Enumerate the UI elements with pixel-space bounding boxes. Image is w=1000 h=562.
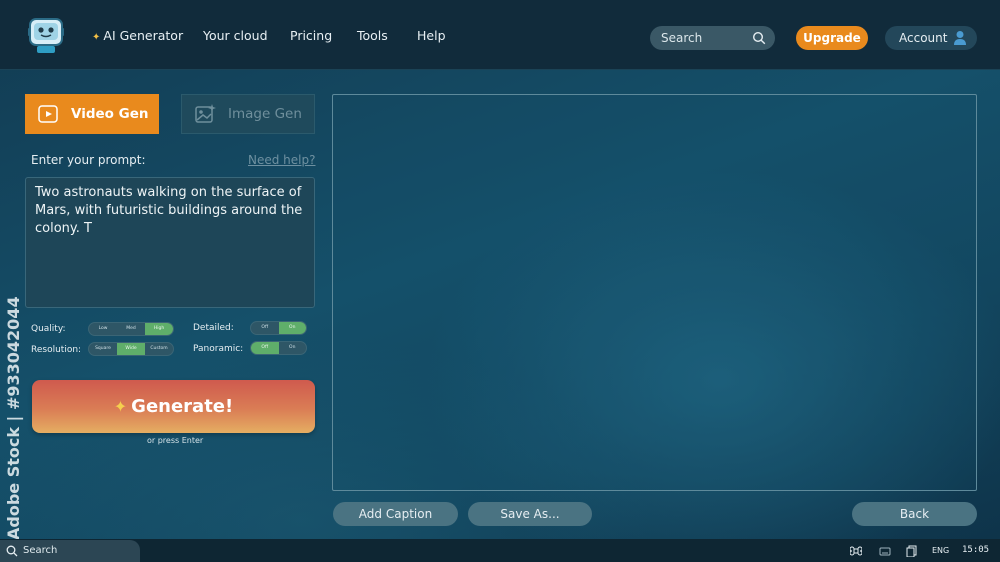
account-button[interactable]: Account <box>885 26 977 50</box>
search-icon <box>6 545 18 557</box>
video-gen-tab[interactable]: Video Gen <box>25 94 159 134</box>
detailed-toggle[interactable]: Off On <box>250 321 307 335</box>
prompt-textarea[interactable]: Two astronauts walking on the surface of… <box>25 177 315 308</box>
image-icon <box>195 104 216 123</box>
video-icon <box>38 105 58 123</box>
resolution-toggle[interactable]: Square Wide Custom <box>88 342 174 356</box>
search-icon <box>752 31 766 45</box>
taskbar-search[interactable]: Search <box>0 540 140 562</box>
quality-med[interactable]: Med <box>117 323 145 335</box>
robot-logo-icon[interactable] <box>26 15 66 55</box>
quality-label: Quality: <box>31 324 66 334</box>
user-icon <box>954 31 966 45</box>
video-gen-label: Video Gen <box>71 106 149 122</box>
keyboard-icon[interactable] <box>879 545 891 557</box>
sparkle-icon: ✦ <box>113 397 128 416</box>
nav-tools[interactable]: Tools <box>357 28 388 43</box>
account-label: Account <box>899 31 948 45</box>
prompt-label: Enter your prompt: <box>31 153 146 167</box>
nav-ai-generator[interactable]: ✦ AI Generator <box>92 28 183 43</box>
detailed-off[interactable]: Off <box>251 322 279 334</box>
panoramic-label: Panoramic: <box>193 344 244 354</box>
resolution-custom[interactable]: Custom <box>145 343 173 355</box>
command-icon[interactable] <box>850 545 862 557</box>
generate-label: Generate! <box>131 396 234 417</box>
quality-high[interactable]: High <box>145 323 173 335</box>
sparkle-icon: ✦ <box>92 32 101 43</box>
nav-your-cloud[interactable]: Your cloud <box>203 28 268 43</box>
resolution-label: Resolution: <box>31 345 82 355</box>
nav-ai-generator-label: AI Generator <box>103 28 184 43</box>
resolution-square[interactable]: Square <box>89 343 117 355</box>
stock-watermark: Adobe Stock | #933042044 <box>4 296 23 540</box>
generate-button[interactable]: ✦ Generate! <box>32 380 315 433</box>
need-help-link[interactable]: Need help? <box>248 153 315 167</box>
app-window: ✦ AI Generator Your cloud Pricing Tools H… <box>0 0 1000 562</box>
top-bar: ✦ AI Generator Your cloud Pricing Tools H… <box>0 0 1000 70</box>
image-gen-label: Image Gen <box>228 106 302 122</box>
back-button[interactable]: Back <box>852 502 977 526</box>
quality-toggle[interactable]: Low Med High <box>88 322 174 336</box>
documents-icon[interactable] <box>906 545 918 557</box>
language-indicator[interactable]: ENG <box>932 546 949 555</box>
add-caption-button[interactable]: Add Caption <box>333 502 458 526</box>
panoramic-toggle[interactable]: Off On <box>250 341 307 355</box>
detailed-on[interactable]: On <box>278 322 306 334</box>
upgrade-button[interactable]: Upgrade <box>796 26 868 50</box>
preview-area <box>332 94 977 491</box>
panoramic-off[interactable]: Off <box>251 342 279 354</box>
clock: 15:05 <box>962 545 990 555</box>
panoramic-on[interactable]: On <box>279 342 307 354</box>
enter-hint: or press Enter <box>147 436 204 445</box>
save-as-button[interactable]: Save As... <box>468 502 592 526</box>
search-input[interactable]: Search <box>650 26 775 50</box>
nav-help[interactable]: Help <box>417 28 446 43</box>
taskbar-search-label: Search <box>23 545 58 556</box>
search-placeholder: Search <box>661 31 703 45</box>
detailed-label: Detailed: <box>193 323 234 333</box>
image-gen-tab[interactable]: Image Gen <box>181 94 315 134</box>
nav-pricing[interactable]: Pricing <box>290 28 332 43</box>
resolution-wide[interactable]: Wide <box>117 343 145 355</box>
quality-low[interactable]: Low <box>89 323 117 335</box>
